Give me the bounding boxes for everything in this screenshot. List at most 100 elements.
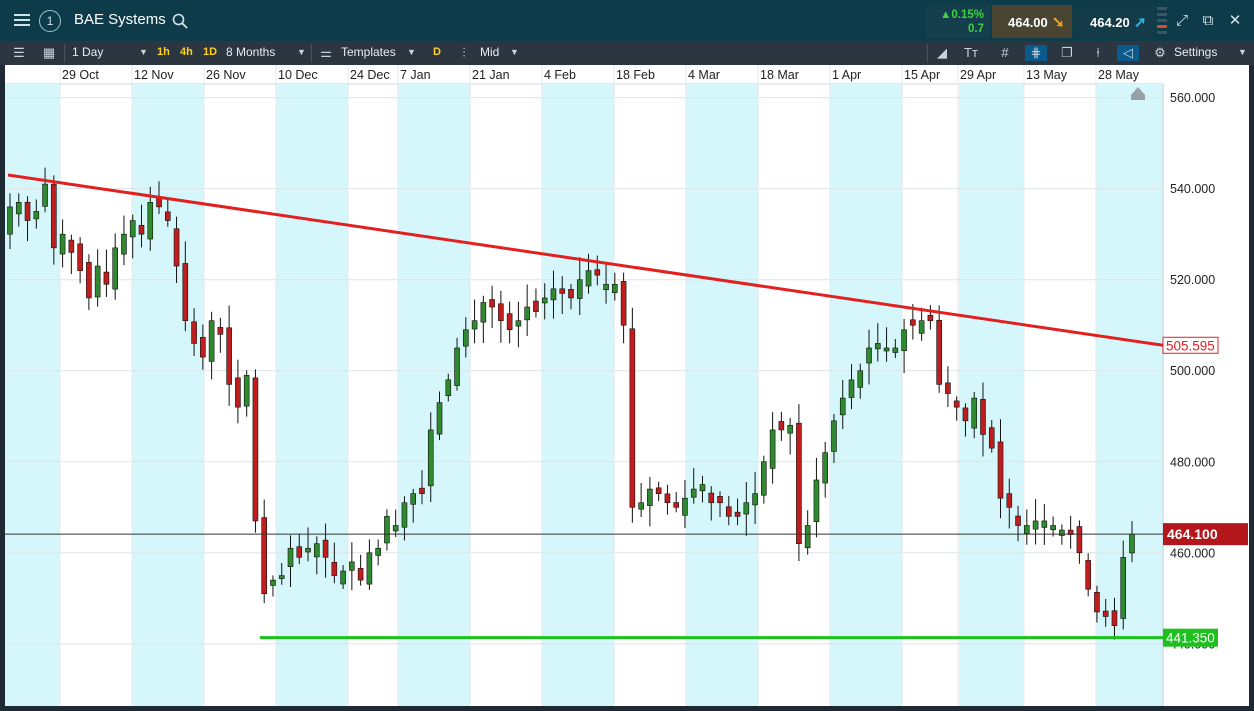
candle-body <box>1015 515 1021 526</box>
candle-body <box>550 288 557 301</box>
text-tool-icon[interactable]: Tт <box>963 45 979 61</box>
candle-body <box>839 397 846 416</box>
tag-icon[interactable]: ◁ <box>1117 45 1139 61</box>
range-select[interactable]: 8 Months <box>226 45 275 59</box>
candle-body <box>480 302 487 323</box>
candle-body <box>1085 560 1091 590</box>
price-type-select[interactable]: Mid <box>480 45 499 59</box>
week-band <box>686 84 758 706</box>
candle-body <box>927 314 934 321</box>
candle-body <box>51 183 57 249</box>
date-tick-label: 29 Apr <box>960 68 996 82</box>
candle-body <box>752 493 758 506</box>
candle-body <box>86 262 92 299</box>
depth-bars-icon[interactable] <box>1157 6 1167 36</box>
window-number-icon[interactable]: 1 <box>39 10 61 32</box>
gear-icon[interactable]: ⚙ <box>1152 45 1168 61</box>
candle-body <box>988 427 995 449</box>
chevron-down-icon[interactable]: ▼ <box>407 47 416 57</box>
candle-body <box>94 265 101 298</box>
candle-body <box>866 347 872 364</box>
candle-body <box>436 402 443 435</box>
candle-body <box>1076 526 1083 554</box>
date-tick-label: 4 Feb <box>544 68 576 82</box>
copy-icon[interactable]: ❐ <box>1059 45 1075 61</box>
templates-icon[interactable]: ⚌ <box>318 45 334 61</box>
candle-body <box>603 283 609 291</box>
candle-body <box>454 347 460 386</box>
candle-body <box>59 233 66 255</box>
candle-body <box>1120 557 1127 619</box>
candle-body <box>138 225 145 235</box>
candle-body <box>918 320 925 334</box>
candle-body <box>7 206 13 235</box>
interval-select[interactable]: 1 Day <box>72 45 103 59</box>
popout-icon[interactable]: ⧉ <box>1199 12 1217 30</box>
grid-icon[interactable]: # <box>997 45 1013 61</box>
candle-body <box>191 321 197 344</box>
price-tick-label: 540.000 <box>1170 182 1215 196</box>
menu-icon[interactable] <box>8 6 36 34</box>
candle-body <box>980 398 986 435</box>
candle-body <box>787 425 793 434</box>
close-icon[interactable]: ✕ <box>1226 12 1244 30</box>
chevron-down-icon[interactable]: ▼ <box>1238 47 1247 57</box>
price-chart[interactable]: 29 Oct 12 Nov 26 Nov 10 Dec 24 Dec 7 Jan 21 Ja… <box>0 65 1254 711</box>
divider <box>311 44 312 62</box>
candle <box>629 307 636 523</box>
candle-body <box>778 421 785 431</box>
candle-body <box>313 543 320 558</box>
sell-button[interactable]: 464.00 ➘ <box>992 5 1072 38</box>
chevron-down-icon[interactable]: ▼ <box>139 47 148 57</box>
candle-body <box>1050 525 1056 531</box>
week-band <box>959 84 1024 706</box>
sidebar-toggle-icon[interactable]: ☰ <box>11 45 27 61</box>
interval-1h-button[interactable]: 1h <box>157 46 170 58</box>
candle-body <box>945 382 951 394</box>
candle-body <box>252 377 259 522</box>
templates-button[interactable]: Templates <box>341 45 396 59</box>
sell-price: 464.00 <box>1008 15 1048 30</box>
candle-body <box>340 570 346 585</box>
layout-grid-icon[interactable]: ▦ <box>41 45 57 61</box>
search-icon[interactable] <box>172 13 188 29</box>
candle-body <box>226 327 232 385</box>
buy-button[interactable]: 464.20 ➚ <box>1074 5 1154 38</box>
candlestick-chart[interactable]: 29 Oct 12 Nov 26 Nov 10 Dec 24 Dec 7 Jan 21 Ja… <box>0 65 1254 711</box>
interval-4h-button[interactable]: 4h <box>180 46 193 58</box>
candle-body <box>121 233 127 255</box>
candle-body <box>831 420 837 452</box>
candle-body <box>401 502 408 528</box>
week-band <box>276 84 348 706</box>
candle-body <box>524 306 530 321</box>
candle-body <box>471 320 478 330</box>
d-button[interactable]: D <box>433 46 441 58</box>
candle-body <box>585 270 592 287</box>
candle-body <box>147 202 154 240</box>
expand-icon[interactable]: ⤢ <box>1173 12 1191 30</box>
candle-icon[interactable]: ⍿ <box>1090 45 1106 61</box>
candle-body <box>629 328 636 508</box>
chevron-down-icon[interactable]: ▼ <box>297 47 306 57</box>
candle-body <box>1032 520 1039 530</box>
candle-body <box>24 201 31 221</box>
candle-body <box>576 279 583 299</box>
interval-label: 1 Day <box>72 45 104 59</box>
buy-price: 464.20 <box>1090 15 1130 30</box>
candle-body <box>392 525 399 532</box>
date-tick-label: 1 Apr <box>832 68 861 82</box>
candle-body <box>1102 610 1109 617</box>
instrument-title[interactable]: BAE Systems <box>74 11 166 28</box>
candle-body <box>445 379 452 396</box>
candle-body <box>997 441 1004 499</box>
chevron-down-icon[interactable]: ▼ <box>510 47 519 57</box>
draw-line-icon[interactable]: ◢ <box>934 45 950 61</box>
candle-body <box>15 202 22 215</box>
price-type-icon[interactable]: ⫶ <box>456 45 472 61</box>
change-absolute: 0.7 <box>968 23 984 35</box>
date-tick-label: 10 Dec <box>278 68 318 82</box>
crosshair-grid-icon[interactable]: ⋕ <box>1025 45 1047 61</box>
settings-button[interactable]: Settings <box>1174 45 1217 59</box>
date-tick-label: 12 Nov <box>134 68 174 82</box>
interval-1d-button[interactable]: 1D <box>203 46 217 58</box>
